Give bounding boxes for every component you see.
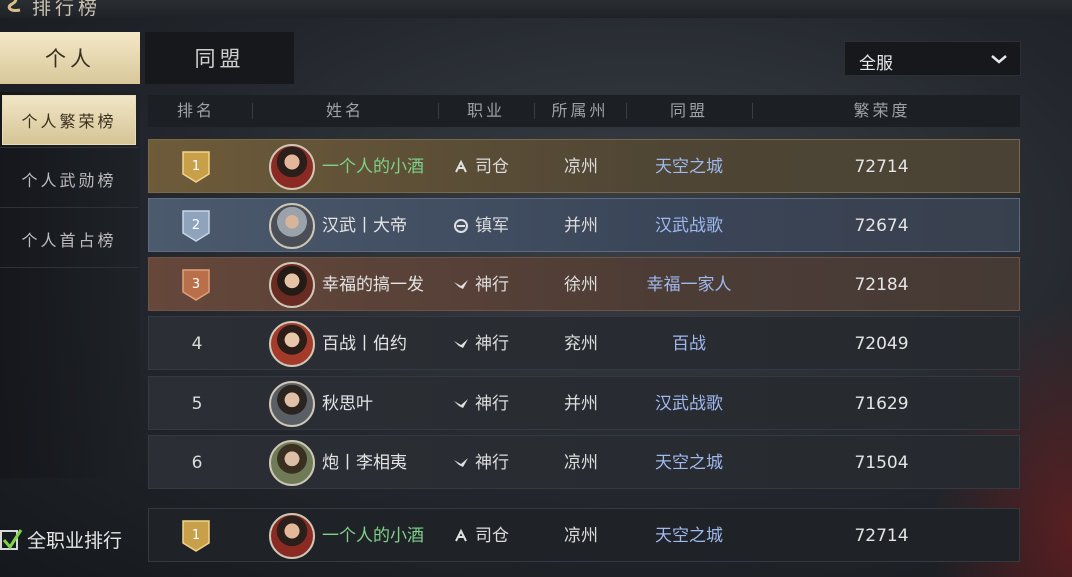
table-row[interactable]: 4 百战丨伯约 神行 兖州 百战 72049 <box>148 316 1020 370</box>
sidebar: 个人繁荣榜 个人武勋榜 个人首占榜 <box>0 92 140 478</box>
player-name[interactable]: 幸福的搞一发 <box>322 258 462 312</box>
prosperity-score: 72714 <box>854 157 909 177</box>
column-header-name: 姓名 <box>325 101 364 120</box>
sidebar-divider <box>0 147 138 148</box>
top-bar: 排行榜 <box>0 0 1072 19</box>
prosperity-score: 71629 <box>854 394 909 414</box>
job-label: 神行 <box>475 334 509 354</box>
state-label: 兖州 <box>564 334 598 354</box>
rank-badge-number: 1 <box>192 528 200 543</box>
player-name[interactable]: 汉武丨大帝 <box>322 199 462 253</box>
server-filter-dropdown[interactable]: 全服 <box>844 41 1021 76</box>
rank-number: 6 <box>191 453 203 473</box>
alliance-name[interactable]: 百战 <box>629 317 749 371</box>
prosperity-score: 71504 <box>854 453 909 473</box>
alliance-name[interactable]: 汉武战歌 <box>629 199 749 253</box>
avatar <box>269 513 315 559</box>
table-row[interactable]: 1 一个人的小酒 司仓 凉州 天空之城 72714 <box>148 139 1020 193</box>
rank-badge-silver-icon: 2 <box>182 210 210 242</box>
prosperity-score: 72674 <box>854 216 909 236</box>
rank-badge-number: 1 <box>192 159 200 174</box>
state-label: 凉州 <box>564 453 598 473</box>
avatar <box>269 144 315 190</box>
alliance-name[interactable]: 幸福一家人 <box>629 258 749 312</box>
column-header-job: 职业 <box>466 101 505 120</box>
player-name[interactable]: 百战丨伯约 <box>322 317 462 371</box>
sidebar-divider <box>0 207 138 208</box>
rank-number: 4 <box>191 334 203 354</box>
player-name[interactable]: 一个人的小酒 <box>322 140 462 194</box>
avatar <box>269 381 315 427</box>
rank-badge-gold-icon: 1 <box>182 151 210 183</box>
prosperity-score: 72714 <box>854 526 909 546</box>
state-label: 并州 <box>564 216 598 236</box>
server-filter-value: 全服 <box>859 54 893 74</box>
all-jobs-ranking-toggle[interactable]: 全职业排行 <box>0 528 140 554</box>
chevron-down-icon <box>991 55 1007 64</box>
alliance-name[interactable]: 天空之城 <box>629 140 749 194</box>
page-title: 排行榜 <box>32 0 102 19</box>
state-label: 并州 <box>564 394 598 414</box>
tab-personal[interactable]: 个人 <box>0 32 140 84</box>
job-label: 镇军 <box>475 216 509 236</box>
prosperity-score: 72049 <box>854 334 909 354</box>
prosperity-score: 72184 <box>854 275 909 295</box>
alliance-name[interactable]: 天空之城 <box>629 436 749 490</box>
table-row[interactable]: 3 幸福的搞一发 神行 徐州 幸福一家人 72184 <box>148 257 1020 311</box>
column-header-prosperity: 繁荣度 <box>853 101 911 120</box>
table-header: 排名 姓名 职业 所属州 同盟 繁荣度 <box>148 95 1020 127</box>
rank-badge-number: 2 <box>192 218 200 233</box>
sidebar-item-prosperity[interactable]: 个人繁荣榜 <box>2 95 136 145</box>
column-header-rank: 排名 <box>176 101 215 120</box>
game-logo-icon <box>7 0 21 12</box>
column-header-state: 所属州 <box>551 101 609 120</box>
player-name[interactable]: 一个人的小酒 <box>322 509 462 563</box>
all-jobs-label: 全职业排行 <box>27 530 123 552</box>
player-name[interactable]: 秋思叶 <box>322 377 462 431</box>
player-name[interactable]: 炮丨李相夷 <box>322 436 462 490</box>
job-label: 神行 <box>475 453 509 473</box>
sidebar-divider <box>0 267 138 268</box>
rank-badge-bronze-icon: 3 <box>182 269 210 301</box>
sidebar-item-first-capture[interactable]: 个人首占榜 <box>0 214 138 264</box>
rank-number: 5 <box>191 394 203 414</box>
job-label: 司仓 <box>475 526 509 546</box>
column-header-alliance: 同盟 <box>669 101 708 120</box>
avatar <box>269 262 315 308</box>
all-jobs-checkbox[interactable] <box>0 529 23 550</box>
table-row[interactable]: 5 秋思叶 神行 并州 汉武战歌 71629 <box>148 376 1020 430</box>
state-label: 徐州 <box>564 275 598 295</box>
table-row[interactable]: 2 汉武丨大帝 镇军 并州 汉武战歌 72674 <box>148 198 1020 252</box>
job-label: 神行 <box>475 394 509 414</box>
avatar <box>269 203 315 249</box>
state-label: 凉州 <box>564 157 598 177</box>
alliance-name[interactable]: 天空之城 <box>629 509 749 563</box>
job-label: 神行 <box>475 275 509 295</box>
state-label: 凉州 <box>564 526 598 546</box>
tab-alliance[interactable]: 同盟 <box>145 32 294 84</box>
avatar <box>269 321 315 367</box>
job-label: 司仓 <box>475 157 509 177</box>
sidebar-item-merit[interactable]: 个人武勋榜 <box>0 154 138 204</box>
table-row[interactable]: 6 炮丨李相夷 神行 凉州 天空之城 71504 <box>148 435 1020 489</box>
rank-badge-number: 3 <box>192 277 200 292</box>
rank-badge-gold-icon: 1 <box>182 520 210 552</box>
my-rank-row[interactable]: 1 一个人的小酒 司仓 凉州 天空之城 72714 <box>148 508 1020 562</box>
alliance-name[interactable]: 汉武战歌 <box>629 377 749 431</box>
checkmark-icon <box>2 529 23 550</box>
avatar <box>269 440 315 486</box>
